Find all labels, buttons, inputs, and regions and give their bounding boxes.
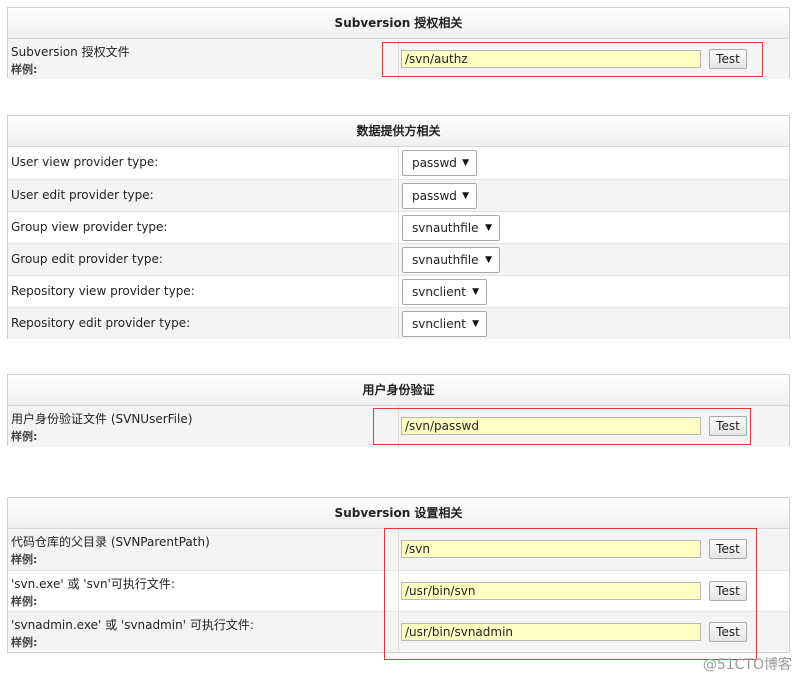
user-auth-panel: 用户身份验证 用户身份验证文件 (SVNUserFile) 样例: /svn/p… xyxy=(7,374,790,447)
chevron-down-icon: ▼ xyxy=(485,223,492,233)
user-view-provider-select[interactable]: passwd ▼ xyxy=(402,150,477,176)
repository-edit-provider-select[interactable]: svnclient ▼ xyxy=(402,311,487,337)
row-label: 'svn.exe' 或 'svn'可执行文件: xyxy=(11,577,175,591)
select-value: svnauthfile xyxy=(412,253,479,267)
test-svnadmin-button[interactable]: Test xyxy=(709,622,747,642)
row-label: Group edit provider type: xyxy=(11,252,163,266)
chevron-down-icon: ▼ xyxy=(485,255,492,265)
select-value: passwd xyxy=(412,189,457,203)
column-divider xyxy=(398,571,399,611)
sample-label: 样例: xyxy=(11,636,38,649)
chevron-down-icon: ▼ xyxy=(462,158,469,168)
chevron-down-icon: ▼ xyxy=(472,287,479,297)
provider-row: Group edit provider type: svnauthfile ▼ xyxy=(8,243,789,275)
user-file-row: 用户身份验证文件 (SVNUserFile) 样例: /svn/passwd T… xyxy=(8,406,789,447)
column-divider xyxy=(398,39,399,79)
provider-row: Repository edit provider type: svnclient… xyxy=(8,307,789,339)
panel-title: 用户身份验证 xyxy=(8,375,789,406)
row-label: User edit provider type: xyxy=(11,188,154,202)
panel-title: Subversion 设置相关 xyxy=(8,498,789,529)
user-file-path-input[interactable]: /svn/passwd xyxy=(401,417,701,435)
authz-path-input[interactable]: /svn/authz xyxy=(401,50,701,68)
select-value: passwd xyxy=(412,156,457,170)
group-view-provider-select[interactable]: svnauthfile ▼ xyxy=(402,215,500,241)
provider-row: Repository view provider type: svnclient… xyxy=(8,275,789,307)
repository-view-provider-select[interactable]: svnclient ▼ xyxy=(402,279,487,305)
svnadmin-exe-row: 'svnadmin.exe' 或 'svnadmin' 可执行文件: 样例: /… xyxy=(8,611,789,652)
column-divider xyxy=(398,612,399,652)
svn-exe-path-input[interactable]: /usr/bin/svn xyxy=(401,582,701,600)
column-divider xyxy=(398,244,399,275)
test-svn-exe-button[interactable]: Test xyxy=(709,581,747,601)
chevron-down-icon: ▼ xyxy=(462,191,469,201)
auth-panel: Subversion 授权相关 Subversion 授权文件 样例: /svn… xyxy=(7,7,790,79)
chevron-down-icon: ▼ xyxy=(472,319,479,329)
column-divider xyxy=(398,406,399,447)
provider-panel: 数据提供方相关 User view provider type: passwd … xyxy=(7,115,790,339)
provider-row: Group view provider type: svnauthfile ▼ xyxy=(8,211,789,243)
svnadmin-path-input[interactable]: /usr/bin/svnadmin xyxy=(401,623,701,641)
sample-label: 样例: xyxy=(11,553,38,566)
provider-row: User view provider type: passwd ▼ xyxy=(8,147,789,179)
svn-settings-panel: Subversion 设置相关 代码仓库的父目录 (SVNParentPath)… xyxy=(7,497,790,653)
row-label: 用户身份验证文件 (SVNUserFile) xyxy=(11,412,193,426)
panel-title: Subversion 授权相关 xyxy=(8,8,789,39)
column-divider xyxy=(398,212,399,243)
column-divider xyxy=(398,308,399,339)
row-label: Repository edit provider type: xyxy=(11,316,191,330)
column-divider xyxy=(398,276,399,307)
test-user-file-button[interactable]: Test xyxy=(709,416,747,436)
column-divider xyxy=(398,529,399,570)
test-authz-button[interactable]: Test xyxy=(709,49,747,69)
row-label: 代码仓库的父目录 (SVNParentPath) xyxy=(11,535,210,549)
select-value: svnclient xyxy=(412,285,466,299)
sample-label: 样例: xyxy=(11,595,38,608)
row-label: Repository view provider type: xyxy=(11,284,195,298)
row-label: 'svnadmin.exe' 或 'svnadmin' 可执行文件: xyxy=(11,618,254,632)
column-divider xyxy=(398,180,399,211)
sample-label: 样例: xyxy=(11,430,38,443)
select-value: svnauthfile xyxy=(412,221,479,235)
column-divider xyxy=(398,147,399,179)
sample-label: 样例: xyxy=(11,63,38,76)
row-label: User view provider type: xyxy=(11,155,159,169)
svn-exe-row: 'svn.exe' 或 'svn'可执行文件: 样例: /usr/bin/svn… xyxy=(8,570,789,611)
test-parent-path-button[interactable]: Test xyxy=(709,539,747,559)
panel-title: 数据提供方相关 xyxy=(8,116,789,147)
user-edit-provider-select[interactable]: passwd ▼ xyxy=(402,183,477,209)
provider-row: User edit provider type: passwd ▼ xyxy=(8,179,789,211)
row-label: Subversion 授权文件 xyxy=(11,45,130,59)
select-value: svnclient xyxy=(412,317,466,331)
watermark-text: @51CTO博客 xyxy=(702,657,792,673)
svn-parent-path-input[interactable]: /svn xyxy=(401,540,701,558)
row-label: Group view provider type: xyxy=(11,220,168,234)
authz-file-row: Subversion 授权文件 样例: /svn/authz Test xyxy=(8,39,789,79)
svn-parent-path-row: 代码仓库的父目录 (SVNParentPath) 样例: /svn Test xyxy=(8,529,789,570)
group-edit-provider-select[interactable]: svnauthfile ▼ xyxy=(402,247,500,273)
